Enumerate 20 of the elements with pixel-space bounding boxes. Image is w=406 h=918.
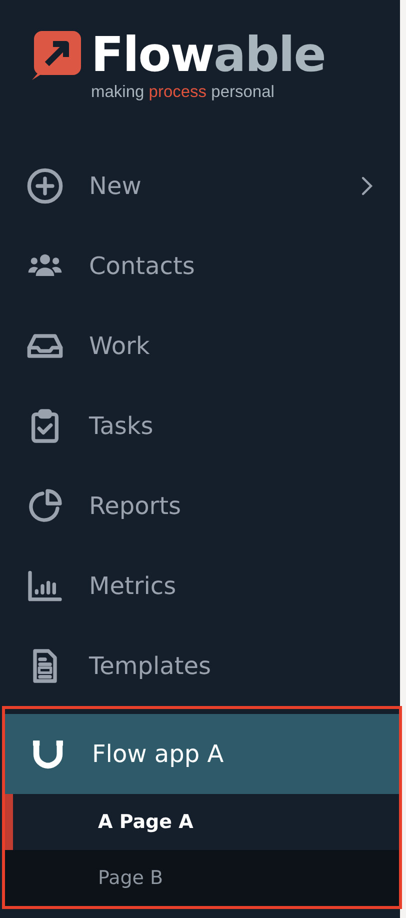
nav-item[interactable]: Templates (0, 626, 400, 706)
nav-label: Contacts (89, 251, 196, 282)
nav-label: Work (89, 331, 151, 362)
logo-tagline: making process personal (91, 84, 276, 100)
nav-item[interactable]: Contacts (0, 226, 400, 306)
nav-label: Templates (89, 651, 212, 682)
nav-label: Tasks (89, 411, 154, 442)
plus-circle-icon (25, 166, 65, 206)
nav-item[interactable]: Reports (0, 466, 400, 546)
page-item[interactable]: Page B (5, 850, 399, 906)
app-item[interactable]: Flow app A (5, 714, 399, 794)
logo-wordmark: Flowable (91, 31, 326, 79)
nav-item[interactable]: New (0, 146, 400, 226)
nav-label: Metrics (89, 571, 178, 602)
nav-label: Reports (89, 491, 182, 522)
app-label: Flow app A (92, 739, 224, 770)
nav-item[interactable]: Work (0, 306, 400, 386)
nav-item[interactable]: Tasks (0, 386, 400, 466)
nav-label: New (89, 171, 142, 202)
nav-item[interactable]: Metrics (0, 546, 400, 626)
